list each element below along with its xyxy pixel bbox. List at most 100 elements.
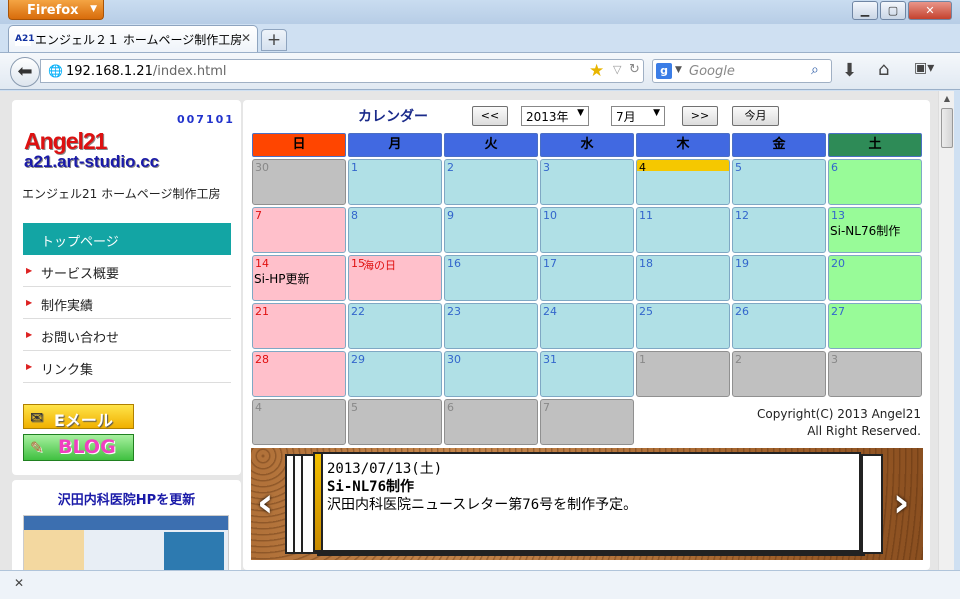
day-number: 3 [831, 353, 838, 366]
calendar-day[interactable]: 21 [252, 303, 346, 349]
calendar-day[interactable]: 20 [828, 255, 922, 301]
tab-close-icon[interactable]: ✕ [241, 31, 251, 45]
calendar-panel: カレンダー << 2013年 ▼ 7月 ▼ >> 今月 日月火水木金土 30 1 2 3 4 5… [243, 100, 930, 570]
day-number: 29 [351, 353, 365, 366]
vertical-scrollbar[interactable]: ▲ [938, 91, 954, 570]
calendar-day[interactable]: 3 [540, 159, 634, 205]
calendar-day[interactable]: 12 [732, 207, 826, 253]
calendar-event[interactable]: Si-HP更新 [254, 270, 310, 287]
download-icon[interactable]: ⬇ [842, 60, 857, 81]
prev-month-button[interactable]: << [472, 106, 508, 126]
calendar-day[interactable]: 24 [540, 303, 634, 349]
calendar-day[interactable]: 8 [348, 207, 442, 253]
chevron-right-icon[interactable]: › [893, 480, 909, 526]
sidebar-item-works[interactable]: ▶ 制作実績 [23, 287, 231, 319]
calendar-event[interactable]: Si-NL76制作 [830, 222, 900, 239]
calendar-day[interactable]: 19 [732, 255, 826, 301]
day-number: 16 [447, 257, 461, 270]
bookmarks-menu-icon[interactable]: ▣▾ [914, 60, 944, 82]
calendar-day[interactable]: 13 Si-NL76制作 [828, 207, 922, 253]
calendar-day[interactable]: 10 [540, 207, 634, 253]
calendar-day[interactable]: 6 [444, 399, 538, 445]
url-bar[interactable]: 🌐 192.168.1.21/index.html ★ ▽ ↻ [40, 59, 644, 83]
calendar-day[interactable]: 9 [444, 207, 538, 253]
calendar-day[interactable]: 4 [636, 159, 730, 205]
new-tab-button[interactable]: + [261, 29, 287, 51]
calendar-day[interactable]: 26 [732, 303, 826, 349]
day-number: 6 [447, 401, 454, 414]
bookmark-star-icon[interactable]: ★ [589, 61, 604, 81]
calendar-day[interactable]: 1 [348, 159, 442, 205]
month-select[interactable]: 7月 ▼ [611, 106, 665, 126]
google-icon[interactable]: g [656, 63, 672, 79]
email-button[interactable]: ✉ Eメール [23, 404, 134, 430]
close-window-button[interactable]: ✕ [908, 1, 952, 20]
weekday-header: 土 [828, 133, 922, 157]
day-number: 27 [831, 305, 845, 318]
favicon-icon: A21 [15, 32, 35, 46]
calendar-day[interactable]: 27 [828, 303, 922, 349]
calendar-day[interactable]: 5 [732, 159, 826, 205]
calendar-day[interactable]: 1 [636, 351, 730, 397]
calendar-day[interactable]: 17 [540, 255, 634, 301]
logo-domain[interactable]: a21.art-studio.cc [24, 152, 159, 172]
calendar-day[interactable]: 16 [444, 255, 538, 301]
scrollbar-thumb[interactable] [941, 108, 953, 148]
calendar-day[interactable]: 18 [636, 255, 730, 301]
day-number: 20 [831, 257, 845, 270]
sidebar-item-services[interactable]: ▶ サービス概要 [23, 255, 231, 287]
day-number: 7 [255, 209, 262, 222]
calendar-day[interactable]: 7 [252, 207, 346, 253]
logo-title[interactable]: Angel21 [24, 128, 107, 155]
search-input[interactable]: Google [689, 64, 735, 79]
calendar-day[interactable]: 3 [828, 351, 922, 397]
calendar-day[interactable]: 15 海の日 [348, 255, 442, 301]
blog-button[interactable]: ✎ BLOG [23, 434, 134, 461]
calendar-day[interactable]: 31 [540, 351, 634, 397]
calendar-day[interactable]: 5 [348, 399, 442, 445]
sidebar-menu: トップページ ▶ サービス概要 ▶ 制作実績 ▶ お問い合わせ ▶ リンク集 [23, 223, 231, 383]
calendar-day[interactable]: 2 [444, 159, 538, 205]
sidebar-item-contact[interactable]: ▶ お問い合わせ [23, 319, 231, 351]
day-number: 28 [255, 353, 269, 366]
calendar-day[interactable]: 11 [636, 207, 730, 253]
search-icon[interactable]: ⌕ [811, 62, 819, 78]
calendar-day[interactable]: 6 [828, 159, 922, 205]
chevron-down-icon: ▼ [90, 4, 97, 14]
home-icon[interactable]: ⌂ [878, 59, 889, 80]
year-select[interactable]: 2013年 ▼ [521, 106, 589, 126]
minimize-button[interactable]: ▁ [852, 1, 878, 20]
calendar-day[interactable]: 29 [348, 351, 442, 397]
news-body: 沢田内科医院ニュースレター第76号を制作予定。 [327, 497, 638, 513]
tab-active[interactable]: A21 エンジェル２１ ホームページ制作工房 ✕ [8, 25, 258, 52]
calendar-day[interactable]: 22 [348, 303, 442, 349]
chevron-left-icon[interactable]: ‹ [257, 480, 273, 526]
calendar-day[interactable]: 14 Si-HP更新 [252, 255, 346, 301]
calendar-day[interactable]: 30 [444, 351, 538, 397]
day-number: 7 [543, 401, 550, 414]
firefox-menu-button[interactable]: Firefox ▼ [8, 0, 104, 20]
back-button[interactable]: ⬅ [10, 57, 40, 87]
maximize-button[interactable]: ▢ [880, 1, 906, 20]
calendar-day[interactable]: 23 [444, 303, 538, 349]
scroll-up-icon[interactable]: ▲ [939, 91, 955, 107]
day-number: 13 [831, 209, 845, 222]
calendar-day[interactable]: 25 [636, 303, 730, 349]
calendar-day[interactable]: 30 [252, 159, 346, 205]
website-thumbnail[interactable] [23, 515, 229, 575]
sidebar-item-top[interactable]: トップページ [23, 223, 231, 255]
search-engine-dropdown-icon[interactable]: ▼ [675, 65, 682, 75]
news-title-link[interactable]: 沢田内科医院HPを更新 [12, 489, 241, 508]
current-month-button[interactable]: 今月 [732, 106, 779, 126]
calendar-day[interactable]: 7 [540, 399, 634, 445]
calendar-day[interactable]: 2 [732, 351, 826, 397]
day-number: 4 [255, 401, 262, 414]
calendar-day[interactable]: 28 [252, 351, 346, 397]
next-month-button[interactable]: >> [682, 106, 718, 126]
search-bar[interactable]: g ▼ Google ⌕ [652, 59, 832, 83]
close-icon[interactable]: ✕ [14, 576, 24, 590]
url-history-dropdown-icon[interactable]: ▽ [613, 63, 621, 76]
sidebar-item-links[interactable]: ▶ リンク集 [23, 351, 231, 383]
calendar-day[interactable]: 4 [252, 399, 346, 445]
reload-icon[interactable]: ↻ [629, 62, 640, 77]
